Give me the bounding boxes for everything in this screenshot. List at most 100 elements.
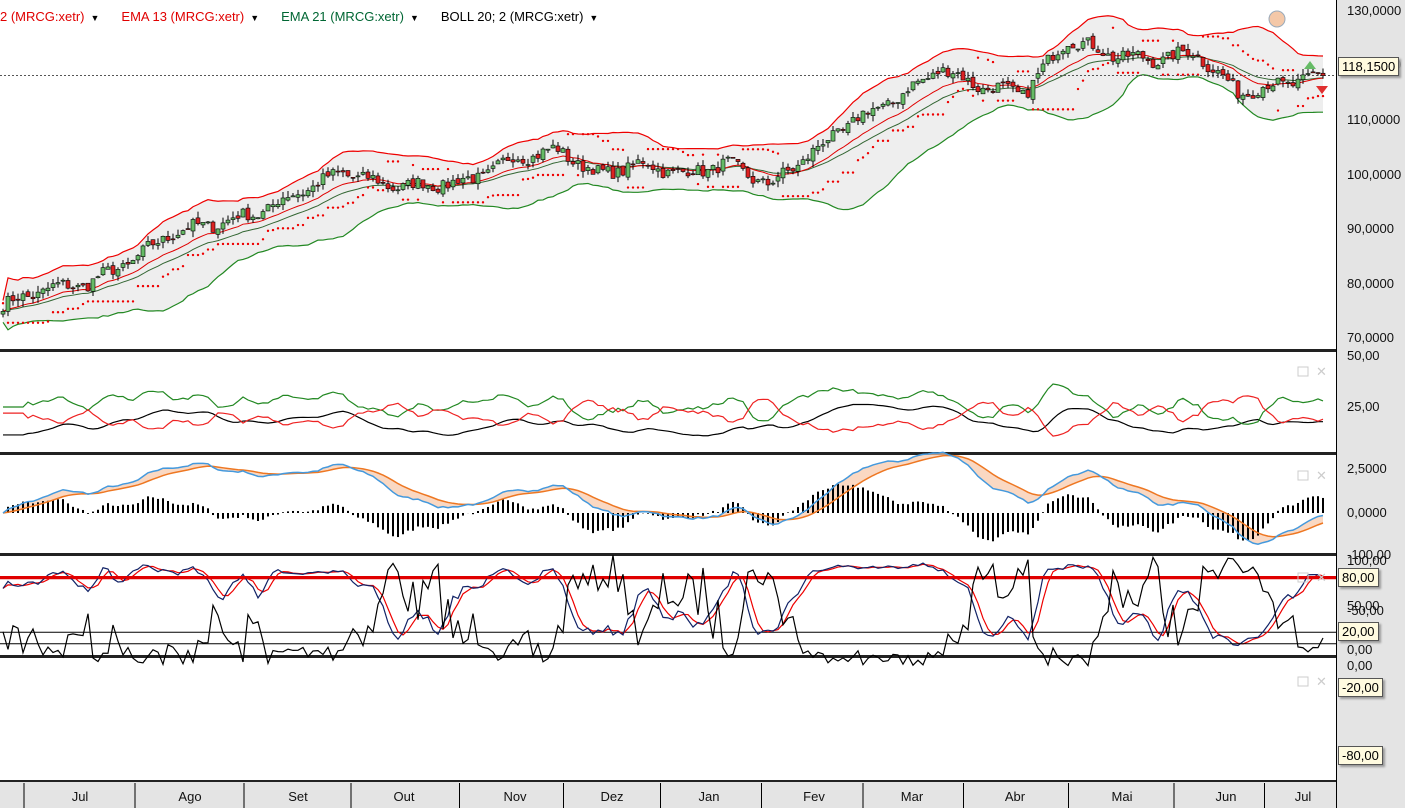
candle-body <box>400 183 406 190</box>
candle-body <box>640 161 646 164</box>
candle-body <box>530 155 536 163</box>
sar-dot <box>606 139 610 143</box>
sar-dot <box>256 242 260 246</box>
sar-dot <box>1136 71 1140 74</box>
sar-dot <box>1296 104 1300 108</box>
sar-dot <box>386 160 390 163</box>
dropdown-arrow-icon[interactable]: ▼ <box>250 13 259 23</box>
month-label: Jun <box>1215 789 1237 804</box>
sar-dot <box>966 89 970 92</box>
candle-body <box>790 168 796 172</box>
sar-dot <box>886 139 890 143</box>
candle-body <box>645 164 651 167</box>
dropdown-arrow-icon[interactable]: ▼ <box>589 13 598 23</box>
candle-body <box>290 195 296 198</box>
candle-body <box>90 278 96 292</box>
sar-dot <box>1251 57 1255 61</box>
candle-body <box>1095 49 1101 53</box>
legend-ema21[interactable]: EMA 21 (MRCG:xetr) ▼ <box>281 9 419 24</box>
candle-body <box>1015 86 1021 93</box>
sar-dot <box>461 201 465 204</box>
sar-dot <box>161 275 165 278</box>
sar-dot <box>1051 108 1055 111</box>
candle-body <box>1175 46 1181 60</box>
candle-body <box>695 165 701 176</box>
candle-body <box>150 239 156 246</box>
candle-body <box>1065 46 1071 54</box>
candle-body <box>420 179 426 189</box>
sar-dot <box>456 201 460 204</box>
sar-dot <box>1246 53 1250 56</box>
candle-body <box>540 148 546 160</box>
candle-body <box>1185 49 1191 57</box>
sar-dot <box>186 253 190 257</box>
legend-ema13[interactable]: EMA 13 (MRCG:xetr) ▼ <box>121 9 259 24</box>
sar-dot <box>881 139 885 143</box>
month-label: Mar <box>900 789 924 804</box>
candle-body <box>1300 74 1306 80</box>
sar-dot <box>741 148 745 151</box>
sar-dot <box>241 242 245 246</box>
candle-body <box>175 234 181 238</box>
sar-dot <box>106 300 110 303</box>
sar-dot <box>171 268 175 271</box>
sar-dot <box>1156 39 1160 42</box>
sar-dot <box>716 153 720 156</box>
sar-dot <box>726 185 730 189</box>
sar-dot <box>211 248 215 251</box>
candle-body <box>705 169 711 178</box>
candle-body <box>865 112 871 115</box>
sar-dot <box>921 113 925 116</box>
candle-body <box>1000 81 1006 84</box>
sar-dot <box>86 300 90 303</box>
sar-dot <box>576 173 580 177</box>
candle-body <box>295 194 301 198</box>
sar-dot <box>11 321 15 325</box>
candle-body <box>55 282 61 285</box>
legend-boll[interactable]: BOLL 20; 2 (MRCG:xetr) ▼ <box>441 9 598 24</box>
candle-body <box>880 103 886 107</box>
candle-body <box>1050 55 1056 61</box>
candle-body <box>970 76 976 89</box>
candle-body <box>1030 79 1036 100</box>
candle-body <box>215 228 221 235</box>
candle-body <box>60 279 66 282</box>
dropdown-arrow-icon[interactable]: ▼ <box>91 13 100 23</box>
candle-body <box>1140 51 1146 59</box>
indicator-legend: 2 (MRCG:xetr) ▼ EMA 13 (MRCG:xetr) ▼ EMA 2… <box>0 9 598 24</box>
sar-dot <box>401 198 405 201</box>
sar-dot <box>336 206 340 209</box>
sar-dot <box>731 185 735 189</box>
chart-canvas[interactable]: ✕ ✕ ✕ ✕ <box>0 0 1405 808</box>
dropdown-arrow-icon[interactable]: ▼ <box>410 13 419 23</box>
candle-body <box>235 215 241 219</box>
candle-body <box>1240 94 1246 100</box>
sar-dot <box>81 302 85 306</box>
candle-body <box>110 265 116 275</box>
candle-body <box>250 216 256 220</box>
sar-dot <box>221 242 225 246</box>
candle-body <box>50 283 56 288</box>
sar-dot <box>1141 39 1145 42</box>
close-panel-icon: ✕ <box>1316 364 1327 379</box>
sar-dot <box>566 132 570 136</box>
candle-body <box>1115 58 1121 64</box>
sar-dot <box>961 87 965 91</box>
candle-body <box>1230 78 1236 81</box>
sar-dot <box>656 147 660 151</box>
sar-dot <box>756 148 760 151</box>
candle-body <box>1220 69 1226 76</box>
candle-body <box>690 173 696 176</box>
legend-sar[interactable]: 2 (MRCG:xetr) ▼ <box>0 9 99 24</box>
sar-dot <box>276 227 280 230</box>
month-label: Fev <box>803 789 825 804</box>
sar-dot <box>861 156 865 159</box>
sar-dot <box>541 173 545 177</box>
stoch-20-tag: 20,00 <box>1338 622 1379 641</box>
sar-dot <box>1276 109 1280 112</box>
candle-body <box>675 168 681 170</box>
sar-dot <box>1221 37 1225 40</box>
sar-dot <box>651 147 655 151</box>
candle-body <box>565 148 571 162</box>
candle-body <box>45 287 51 292</box>
